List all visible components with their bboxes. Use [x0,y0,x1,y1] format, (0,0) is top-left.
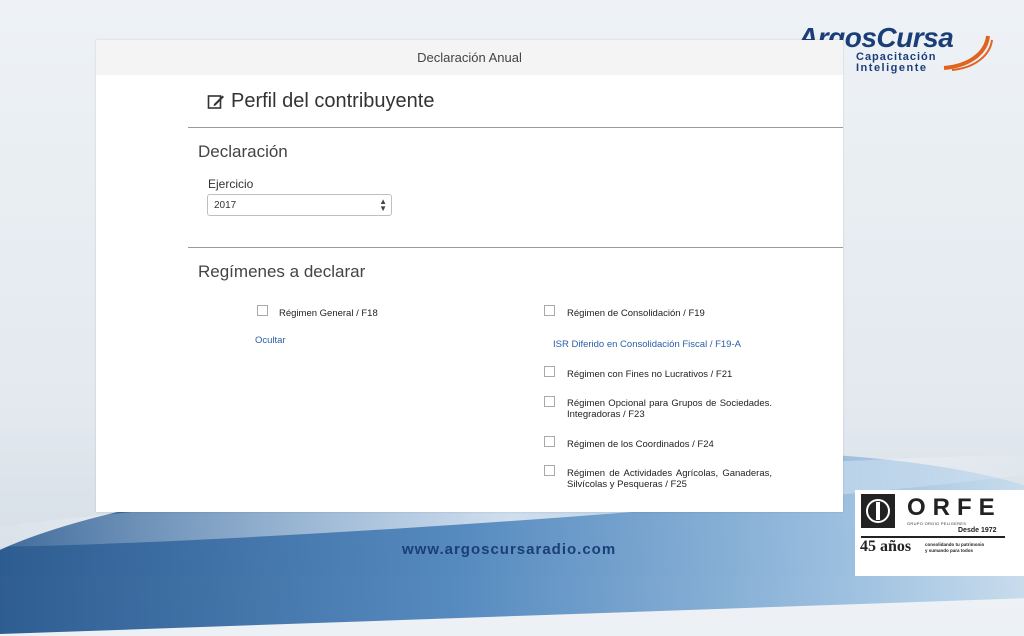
orfe-small-text: GRUPO ORGIO PELIGERES [907,521,967,526]
ejercicio-label: Ejercicio [208,177,254,191]
checkbox-regimen-general[interactable] [257,305,268,316]
declaration-window: Declaración Anual Perfil del contribuyen… [96,40,843,512]
checkbox-actividades-agricolas[interactable] [544,465,555,476]
logo-swirl-icon [943,35,993,71]
footer-url: www.argoscursaradio.com [402,541,617,558]
label-opcional-grupos: Régimen Opcional para Grupos de Sociedad… [567,398,772,420]
window-title: Declaración Anual [417,50,522,65]
divider [188,247,843,248]
label-actividades-agricolas: Régimen de Actividades Agrícolas, Ganade… [567,468,772,490]
divider [188,127,843,128]
page-title: Perfil del contribuyente [207,90,434,113]
logo-tagline-2: Inteligente [856,62,928,74]
orfe-logo: ORFE GRUPO ORGIO PELIGERES Desde 1972 45… [855,490,1024,576]
orfe-emblem-icon [861,494,895,528]
label-regimen-general: Régimen General / F18 [279,308,378,319]
section-title-regimenes: Regímenes a declarar [198,262,366,281]
checkbox-fines-no-lucrativos[interactable] [544,366,555,377]
orfe-tagline-2: y sumando para todos [925,548,974,553]
label-fines-no-lucrativos: Régimen con Fines no Lucrativos / F21 [567,369,733,380]
label-consolidacion: Régimen de Consolidación / F19 [567,308,705,319]
isr-diferido-link[interactable]: ISR Diferido en Consolidación Fiscal / F… [553,339,741,350]
ocultar-link[interactable]: Ocultar [255,335,286,346]
ejercicio-select[interactable]: 2017 ▲ ▼ [207,194,392,216]
window-header: Declaración Anual [96,40,843,75]
checkbox-coordinados[interactable] [544,436,555,447]
orfe-since: Desde 1972 [958,527,997,534]
checkbox-consolidacion[interactable] [544,305,555,316]
ejercicio-select-value: 2017 [214,199,237,211]
page-title-text: Perfil del contribuyente [231,90,435,112]
edit-icon [207,94,224,109]
orfe-tagline-1: consolidando tu patrimonio [925,542,985,547]
checkbox-opcional-grupos[interactable] [544,396,555,407]
select-arrows-icon: ▲ ▼ [379,197,387,213]
orfe-name: ORFE [907,494,1002,521]
section-title-declaracion: Declaración [198,142,288,161]
label-coordinados: Régimen de los Coordinados / F24 [567,439,714,450]
orfe-years: 45 años [860,538,912,555]
